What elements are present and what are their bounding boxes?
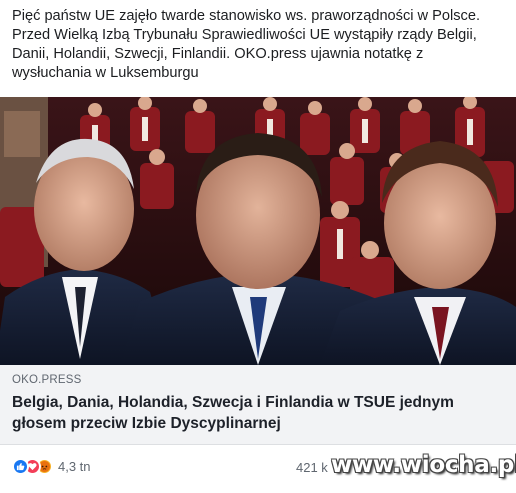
link-preview-image[interactable] <box>0 97 516 365</box>
reaction-count[interactable]: 4,3 tn <box>58 459 91 474</box>
link-caption[interactable]: OKO.PRESS Belgia, Dania, Holandia, Szwec… <box>0 365 516 445</box>
like-icon <box>12 458 29 475</box>
post-text: Pięć państw UE zajęło twarde stanowisko … <box>12 8 481 81</box>
watermark-text: www.wiocha.pl <box>331 452 516 478</box>
link-preview-card[interactable]: OKO.PRESS Belgia, Dania, Holandia, Szwec… <box>0 97 516 445</box>
reactions-summary[interactable]: 4,3 tn <box>12 458 91 475</box>
link-title[interactable]: Belgia, Dania, Holandia, Szwecja i Finla… <box>12 392 504 434</box>
comments-count[interactable]: 421 k <box>296 460 328 475</box>
photo-collage-illustration <box>0 97 516 365</box>
link-domain: OKO.PRESS <box>12 374 82 386</box>
